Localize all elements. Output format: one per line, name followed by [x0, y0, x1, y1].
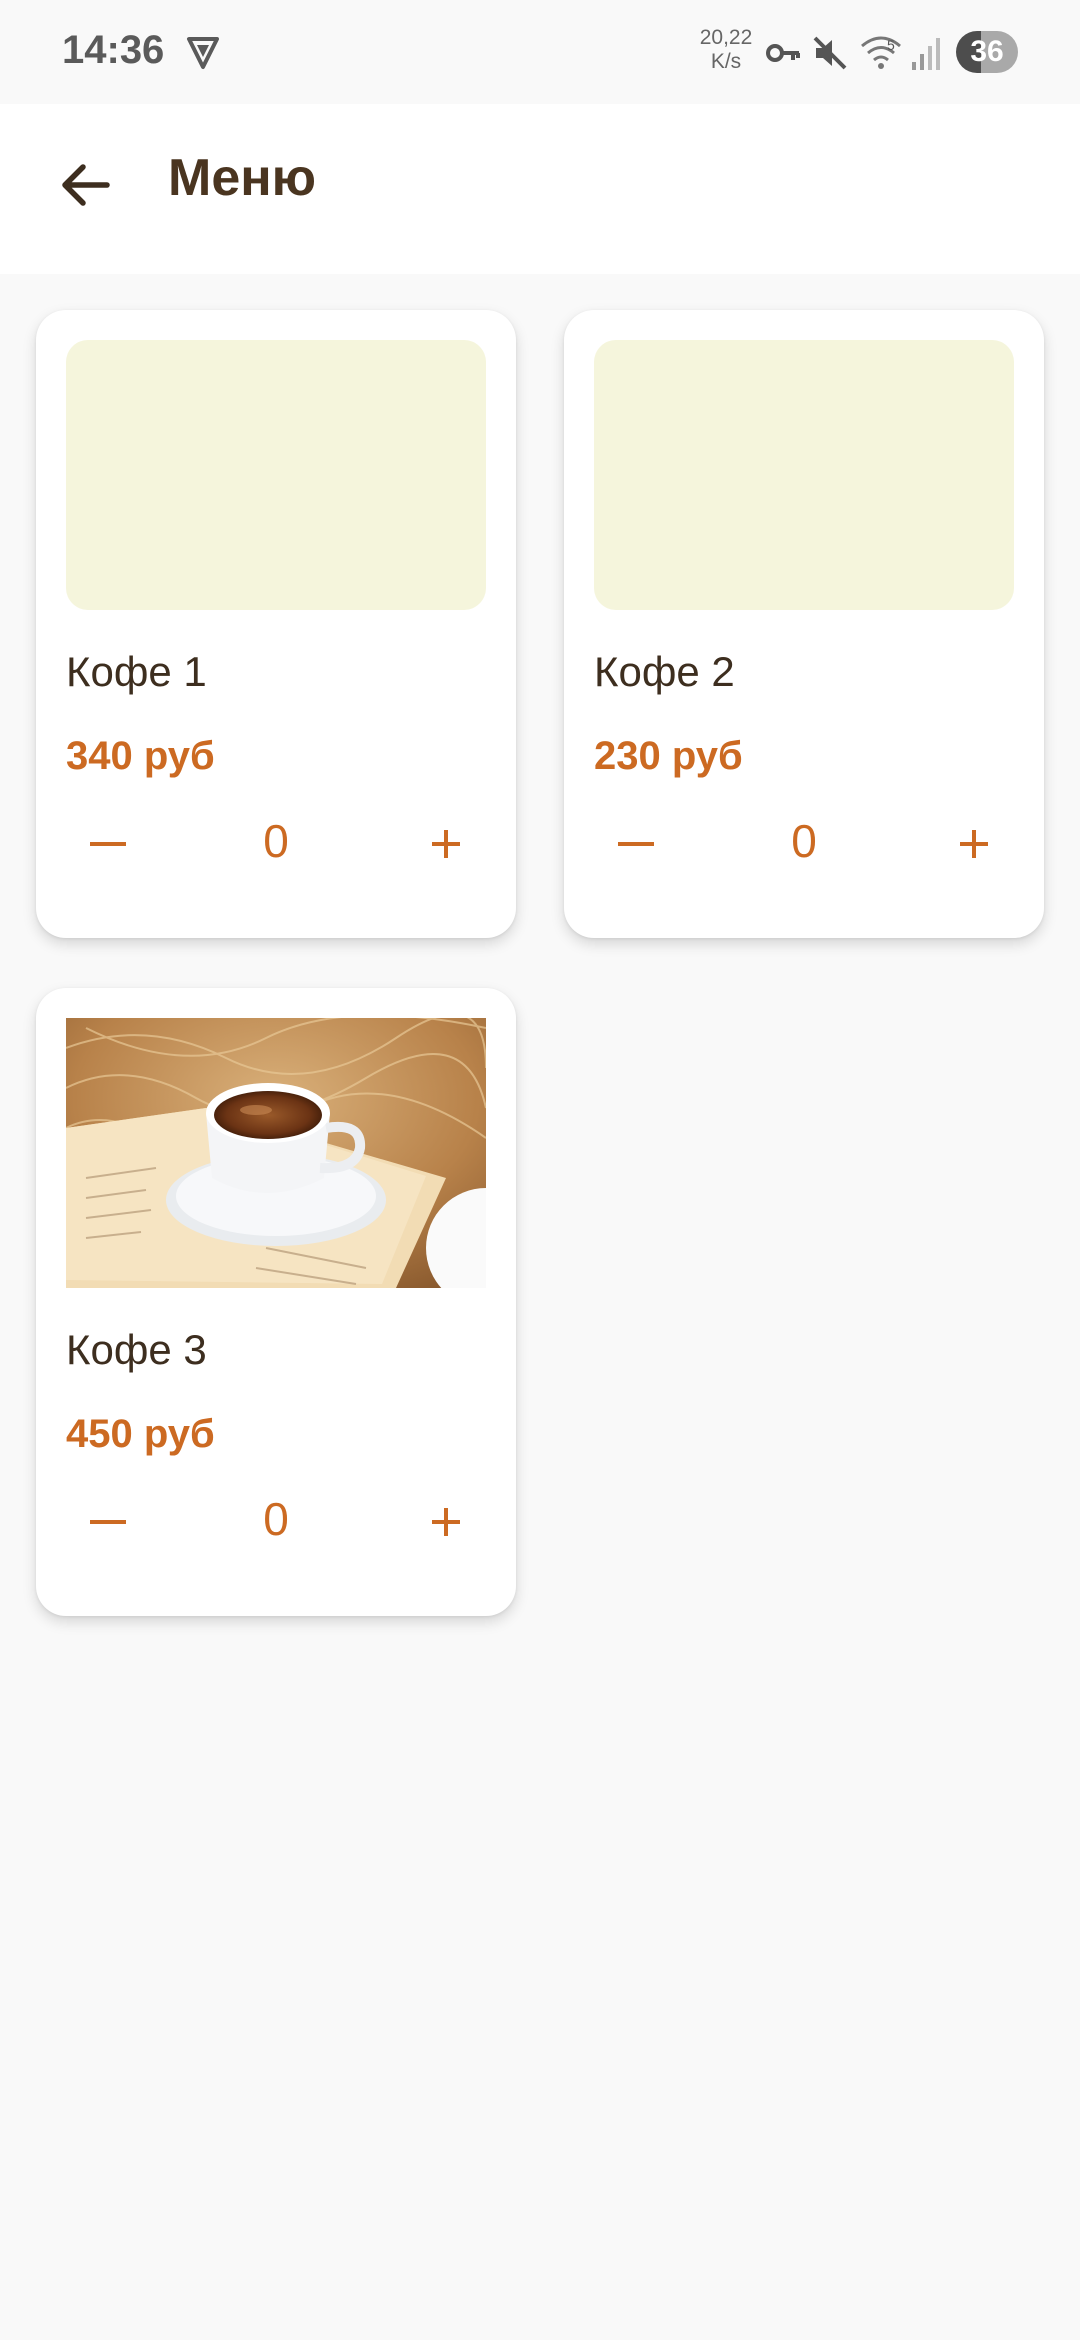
wifi-icon: 5: [861, 36, 901, 69]
quantity-value: 0: [791, 815, 817, 867]
menu-grid: Кофе 1 340 руб 0 Кофе 2 230 руб 0 Кофе 3…: [0, 274, 1080, 2340]
product-card[interactable]: Кофе 1 340 руб 0: [36, 310, 516, 938]
app-bar: Меню: [0, 104, 1080, 274]
status-time: 14:36: [62, 28, 165, 72]
page-title: Меню: [168, 149, 317, 207]
increase-button[interactable]: [406, 804, 486, 884]
product-image-placeholder: [594, 340, 1014, 610]
decrease-button[interactable]: [68, 804, 148, 884]
net-speed-unit: K/s: [710, 50, 742, 73]
quantity-value: 0: [263, 1493, 289, 1545]
product-card[interactable]: Кофе 2 230 руб 0: [564, 310, 1044, 938]
net-speed: 20,22 K/s: [694, 26, 758, 74]
key-icon: [766, 44, 800, 62]
minus-icon: [618, 842, 654, 846]
wifi-badge: 5: [887, 37, 895, 53]
product-price: 450 руб: [66, 1412, 215, 1456]
battery-icon: 36: [956, 31, 1018, 73]
quantity-value: 0: [263, 815, 289, 867]
decrease-button[interactable]: [596, 804, 676, 884]
net-speed-value: 20,22: [699, 26, 753, 49]
minus-icon: [90, 842, 126, 846]
product-name: Кофе 2: [594, 648, 735, 695]
product-name: Кофе 1: [66, 648, 207, 695]
product-price: 230 руб: [594, 734, 743, 778]
signal-icon: [912, 38, 940, 70]
plus-icon: [960, 830, 988, 858]
status-bar: 14:36 20,22 K/s 5 36: [0, 0, 1080, 104]
product-image-coffee-cup: [66, 1018, 486, 1288]
increase-button[interactable]: [406, 1482, 486, 1562]
vpn-shield-icon: [187, 37, 219, 69]
plus-icon: [432, 1508, 460, 1536]
quantity-stepper: 0: [36, 790, 516, 890]
arrow-left-icon: [62, 164, 110, 206]
quantity-stepper: 0: [564, 790, 1044, 890]
quantity-stepper: 0: [36, 1468, 516, 1568]
product-card[interactable]: Кофе 3 450 руб 0: [36, 988, 516, 1616]
product-image-placeholder: [66, 340, 486, 610]
decrease-button[interactable]: [68, 1482, 148, 1562]
minus-icon: [90, 1520, 126, 1524]
back-button[interactable]: [40, 140, 130, 230]
coffee-cup-photo: [66, 1018, 486, 1288]
plus-icon: [432, 830, 460, 858]
product-name: Кофе 3: [66, 1326, 207, 1373]
product-price: 340 руб: [66, 734, 215, 778]
increase-button[interactable]: [934, 804, 1014, 884]
mute-icon: [813, 36, 847, 70]
